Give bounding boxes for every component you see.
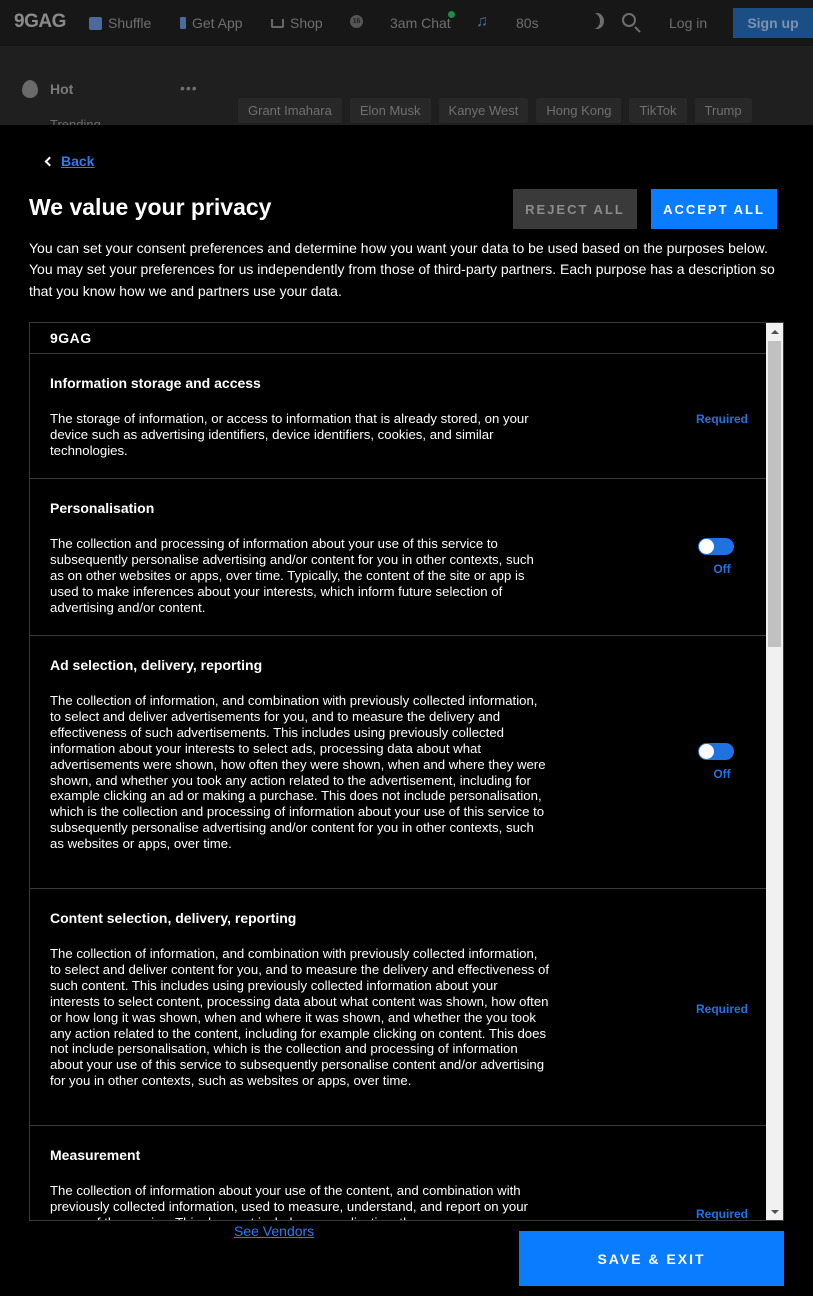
scrollbar[interactable] — [766, 323, 783, 1220]
tag-chip[interactable]: Trump — [694, 98, 752, 123]
intro-text: You can set your consent preferences and… — [29, 240, 775, 299]
purpose-item-ad-selection: Ad selection, delivery, reporting The co… — [30, 636, 768, 889]
personalisation-toggle[interactable] — [698, 538, 734, 555]
flame-icon — [22, 80, 38, 98]
ad-selection-toggle[interactable] — [698, 743, 734, 760]
purposes-list[interactable]: 9GAG Information storage and access The … — [29, 322, 784, 1221]
tag-chip[interactable]: Elon Musk — [349, 98, 431, 123]
vendor-heading: 9GAG — [30, 323, 768, 354]
privacy-consent-panel: Back We value your privacy REJECT ALL AC… — [0, 125, 813, 1296]
purpose-description: The collection of information about your… — [50, 1183, 528, 1220]
required-label: Required — [695, 412, 748, 426]
nav-shuffle[interactable]: Shuffle — [89, 15, 151, 31]
chat-online-dot — [448, 11, 455, 18]
nav-get-app[interactable]: Get App — [180, 15, 243, 31]
nav-80s-label: 80s — [516, 15, 539, 31]
phone-icon — [180, 17, 186, 29]
nav-shuffle-label: Shuffle — [108, 15, 152, 31]
toggle-state-label: Off — [713, 767, 731, 781]
purpose-item-storage: Information storage and access The stora… — [30, 354, 768, 479]
login-link[interactable]: Log in — [669, 15, 707, 31]
scroll-up-arrow-icon[interactable] — [766, 323, 783, 340]
nav-shop-label: Shop — [290, 15, 323, 31]
purpose-title: Personalisation — [50, 500, 155, 516]
tag-chip[interactable]: Kanye West — [438, 98, 529, 123]
nav-shop[interactable]: Shop — [271, 15, 323, 31]
purpose-item-content-selection: Content selection, delivery, reporting T… — [30, 889, 768, 1126]
save-and-exit-button[interactable]: SAVE & EXIT — [519, 1231, 784, 1286]
purpose-title: Information storage and access — [50, 375, 261, 391]
nav-get-app-label: Get App — [192, 15, 243, 31]
tag-chip[interactable]: Grant Imahara — [238, 98, 342, 123]
site-logo[interactable]: 9GAG — [14, 11, 66, 33]
search-icon[interactable] — [622, 13, 636, 27]
sidebar-item-hot[interactable]: Hot — [22, 80, 73, 98]
cart-icon — [271, 18, 284, 28]
tag-chips: Grant Imahara Elon Musk Kanye West Hong … — [238, 98, 752, 123]
accept-all-button[interactable]: ACCEPT ALL — [651, 189, 777, 229]
scroll-down-arrow-icon[interactable] — [766, 1203, 783, 1220]
age-16-icon: 16 — [350, 15, 363, 28]
purpose-description: The collection of information, and combi… — [50, 693, 546, 852]
sidebar-item-hot-label: Hot — [50, 81, 74, 97]
purpose-description: The collection of information, and combi… — [50, 946, 549, 1089]
toggle-state-label: Off — [713, 562, 731, 576]
shuffle-icon — [89, 16, 102, 30]
purpose-item-personalisation: Personalisation The collection and proce… — [30, 479, 768, 636]
scrollbar-thumb[interactable] — [768, 341, 781, 647]
tag-chip[interactable]: TikTok — [629, 98, 687, 123]
nav-3am-chat-label: 3am Chat — [390, 15, 451, 31]
music-icon[interactable]: ♫ — [476, 13, 488, 31]
page-title: We value your privacy — [29, 194, 272, 220]
back-label: Back — [61, 153, 95, 169]
background-site: 9GAG Shuffle Get App Shop 16 3am Chat ♫ … — [0, 0, 813, 125]
nav-3am-chat[interactable]: 3am Chat — [390, 15, 451, 31]
required-label: Required — [695, 1207, 748, 1221]
purpose-title: Content selection, delivery, reporting — [50, 910, 297, 926]
required-label: Required — [695, 1002, 748, 1016]
sidebar-item-trending[interactable]: Trending — [50, 118, 101, 125]
back-link[interactable]: Back — [44, 153, 95, 169]
tag-chip[interactable]: Hong Kong — [536, 98, 622, 123]
dark-mode-icon[interactable] — [586, 13, 600, 29]
see-vendors-link[interactable]: See Vendors — [234, 1223, 314, 1239]
purpose-title: Ad selection, delivery, reporting — [50, 657, 263, 673]
purpose-item-measurement: Measurement The collection of informatio… — [30, 1126, 768, 1221]
purposes-list-content: 9GAG Information storage and access The … — [30, 323, 768, 1221]
chevron-left-icon — [44, 156, 55, 166]
toggle-knob — [699, 744, 714, 759]
site-topbar: 9GAG Shuffle Get App Shop 16 3am Chat ♫ … — [0, 0, 813, 46]
purpose-title: Measurement — [50, 1147, 141, 1163]
nav-80s[interactable]: 80s — [516, 15, 539, 31]
signup-button[interactable]: Sign up — [733, 8, 813, 38]
reject-all-button[interactable]: REJECT ALL — [513, 189, 637, 229]
nav-age-16[interactable]: 16 — [350, 15, 363, 28]
purpose-description: The storage of information, or access to… — [50, 411, 529, 458]
toggle-knob — [699, 539, 714, 554]
purpose-description: The collection and processing of informa… — [50, 536, 534, 615]
more-options-icon[interactable]: ••• — [180, 80, 198, 96]
